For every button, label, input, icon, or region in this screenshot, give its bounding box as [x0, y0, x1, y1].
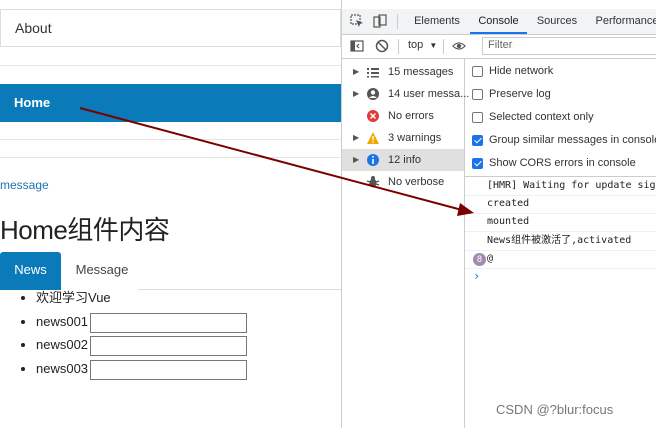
clear-console-icon[interactable] [375, 39, 389, 53]
tab-news[interactable]: News [0, 252, 61, 290]
checkbox-checked[interactable] [472, 158, 483, 169]
console-message: News组件被激活了,activated [465, 232, 656, 251]
context-select[interactable]: top ▼ [408, 39, 437, 51]
info-icon [367, 154, 379, 166]
sidebar-item-warnings[interactable]: ▶ 3 warnings [342, 127, 464, 149]
context-select-value: top [408, 39, 424, 51]
vue-app-pane: About Home message Home组件内容 News Message… [0, 0, 341, 428]
console-prompt[interactable]: › [473, 269, 480, 283]
sidebar-item-errors[interactable]: No errors [342, 105, 464, 127]
sidebar-item-label: 12 info [388, 154, 422, 166]
list-item-label: news001 [36, 313, 89, 329]
show-sidebar-icon[interactable] [350, 39, 364, 53]
console-message-text: @ [487, 253, 494, 264]
console-message: mounted [465, 213, 656, 232]
watermark: CSDN @?blur:focus [496, 402, 614, 417]
device-toolbar-icon[interactable] [373, 14, 387, 28]
devtools-tab-bar: Elements Console Sources Performance [342, 9, 656, 35]
checkbox[interactable] [472, 66, 483, 77]
sidebar-item-label: 15 messages [388, 66, 454, 78]
sidebar-item-label: No verbose [388, 176, 445, 188]
warning-icon [367, 132, 379, 144]
bug-icon [366, 176, 380, 188]
console-sidebar: ▶ 15 messages ▶ 14 user messa... No erro… [342, 59, 469, 428]
expand-arrow-icon: ▶ [353, 67, 360, 76]
console-settings: Hide network Preserve log Selected conte… [465, 59, 656, 177]
expand-arrow-icon: ▶ [353, 89, 360, 98]
inspect-element-icon[interactable] [350, 14, 364, 28]
list-item: news001 [36, 312, 248, 337]
toolbar-separator [398, 39, 399, 54]
tab-elements[interactable]: Elements [406, 9, 468, 34]
message-link[interactable]: message [0, 178, 49, 192]
tab-performance[interactable]: Performance [592, 9, 656, 34]
list-item: 欢迎学习Vue [36, 289, 247, 313]
console-output: [HMR] Waiting for update signal created … [465, 177, 656, 428]
tab-bar: News Message [0, 252, 341, 290]
checkbox[interactable] [472, 89, 483, 100]
devtools-panel: Elements Console Sources Performance top… [341, 0, 656, 428]
list-item-label: news003 [36, 360, 89, 376]
news-list: 欢迎学习Vue news001 news002 news003 [0, 289, 248, 384]
setting-label: Hide network [489, 65, 554, 77]
console-message: [HMR] Waiting for update signal [465, 177, 656, 196]
nav-about-link[interactable]: About [0, 9, 341, 47]
checkbox-checked[interactable] [472, 135, 483, 146]
list-item: news002 [36, 336, 248, 360]
checkbox[interactable] [472, 112, 483, 123]
tab-console[interactable]: Console [470, 9, 527, 34]
setting-label: Selected context only [489, 111, 594, 123]
list-item: news003 [36, 359, 248, 384]
divider [0, 65, 341, 66]
repeat-count-badge: 8 [473, 253, 486, 266]
sidebar-item-label: 3 warnings [388, 132, 442, 144]
sidebar-item-label: 14 user messa... [388, 88, 470, 100]
nav-home-link[interactable]: Home [0, 84, 341, 122]
setting-label: Show CORS errors in console [489, 157, 636, 169]
eye-icon[interactable] [452, 39, 466, 53]
expand-arrow-icon: ▶ [353, 133, 360, 142]
divider [0, 139, 341, 140]
tab-message[interactable]: Message [66, 252, 138, 290]
toolbar-separator [443, 39, 444, 54]
error-icon [367, 110, 379, 122]
console-toolbar: top ▼ Filter [342, 35, 656, 59]
chevron-down-icon: ▼ [429, 41, 438, 50]
news-input[interactable] [90, 359, 248, 380]
sidebar-item-user-messages[interactable]: ▶ 14 user messa... [342, 83, 469, 105]
divider [0, 157, 341, 158]
list-icon [367, 68, 379, 78]
sidebar-item-label: No errors [388, 110, 434, 122]
toolbar-separator [397, 14, 398, 29]
filter-input[interactable]: Filter [482, 37, 656, 55]
list-item-label: news002 [36, 337, 89, 352]
news-input[interactable] [90, 312, 248, 333]
setting-label: Preserve log [489, 88, 551, 100]
sidebar-item-verbose[interactable]: No verbose [342, 171, 464, 193]
user-icon [367, 88, 379, 100]
sidebar-item-messages[interactable]: ▶ 15 messages [342, 61, 464, 83]
expand-arrow-icon: ▶ [353, 155, 360, 164]
page-title: Home组件内容 [0, 215, 170, 245]
console-message: created [465, 195, 656, 214]
setting-label: Group similar messages in console [489, 134, 656, 146]
sidebar-item-info[interactable]: ▶ 12 info [342, 149, 464, 171]
list-item-label: 欢迎学习Vue [36, 290, 111, 305]
console-message-grouped: 8 @ [465, 250, 656, 269]
tab-sources[interactable]: Sources [531, 9, 583, 34]
news-input[interactable] [90, 336, 248, 356]
